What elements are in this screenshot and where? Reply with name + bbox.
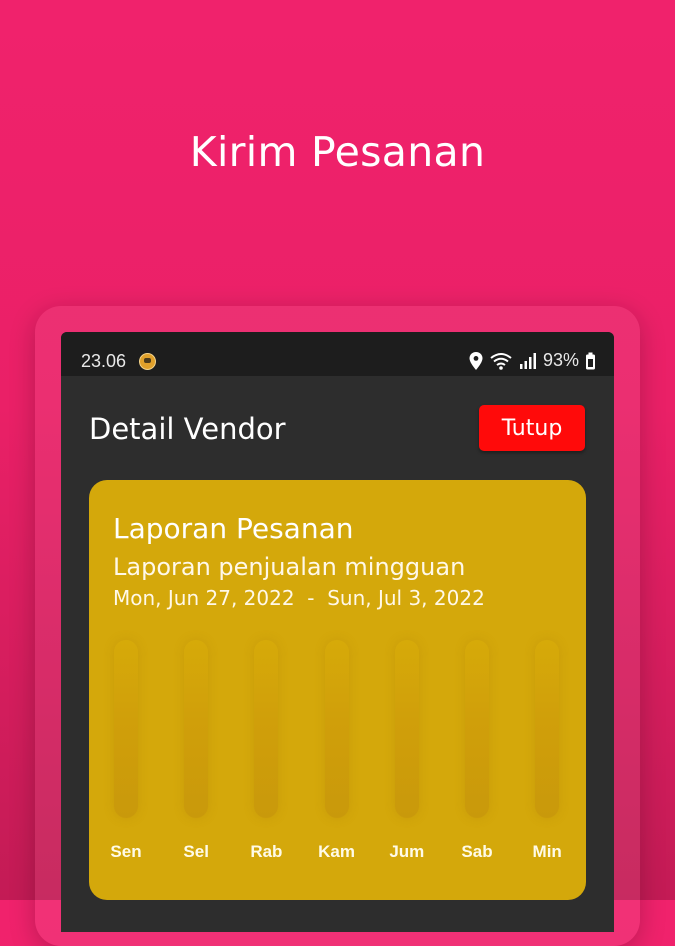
report-title: Laporan Pesanan	[113, 512, 354, 545]
page-headline: Kirim Pesanan	[189, 128, 486, 176]
status-icons: 93%	[469, 350, 596, 371]
chart-label-min: Min	[532, 842, 562, 861]
chart-bar-jum	[394, 640, 419, 818]
report-date-range: Mon, Jun 27, 2022 - Sun, Jul 3, 2022	[113, 586, 485, 610]
chart-bar-rab	[254, 640, 279, 818]
weekly-report-card: Laporan Pesanan Laporan penjualan minggu…	[89, 480, 586, 900]
chart-bar-sen	[114, 640, 138, 818]
chart-bar-sab	[465, 640, 489, 818]
wifi-icon	[490, 352, 512, 370]
weekly-sales-chart: Sen Sel Rab Kam Jum Sab Min	[89, 630, 586, 870]
chart-label-rab: Rab	[250, 842, 283, 861]
battery-percentage: 93%	[542, 350, 579, 370]
chart-label-sel: Sel	[183, 842, 209, 861]
chart-label-sen: Sen	[110, 842, 142, 861]
report-subtitle: Laporan penjualan mingguan	[113, 553, 466, 581]
chart-label-sab: Sab	[461, 842, 493, 861]
vendor-header: Detail Vendor Tutup	[61, 376, 614, 480]
chart-label-kam: Kam	[318, 842, 356, 861]
phone-screen: 23.06 93% Detail Vendor Tutup Laporan Pe…	[61, 332, 614, 932]
location-pin-icon	[469, 351, 483, 370]
page-title: Detail Vendor	[89, 412, 286, 446]
chart-bar-kam	[324, 640, 349, 818]
chart-bar-sel	[184, 640, 209, 818]
chart-bar-min	[535, 640, 560, 818]
battery-icon	[586, 352, 595, 369]
status-bar: 23.06 93%	[61, 332, 614, 376]
app-avatar-icon	[139, 353, 156, 370]
close-button[interactable]: Tutup	[479, 405, 585, 451]
status-time: 23.06	[81, 351, 127, 371]
signal-icon	[519, 352, 536, 369]
chart-label-jum: Jum	[389, 842, 425, 861]
